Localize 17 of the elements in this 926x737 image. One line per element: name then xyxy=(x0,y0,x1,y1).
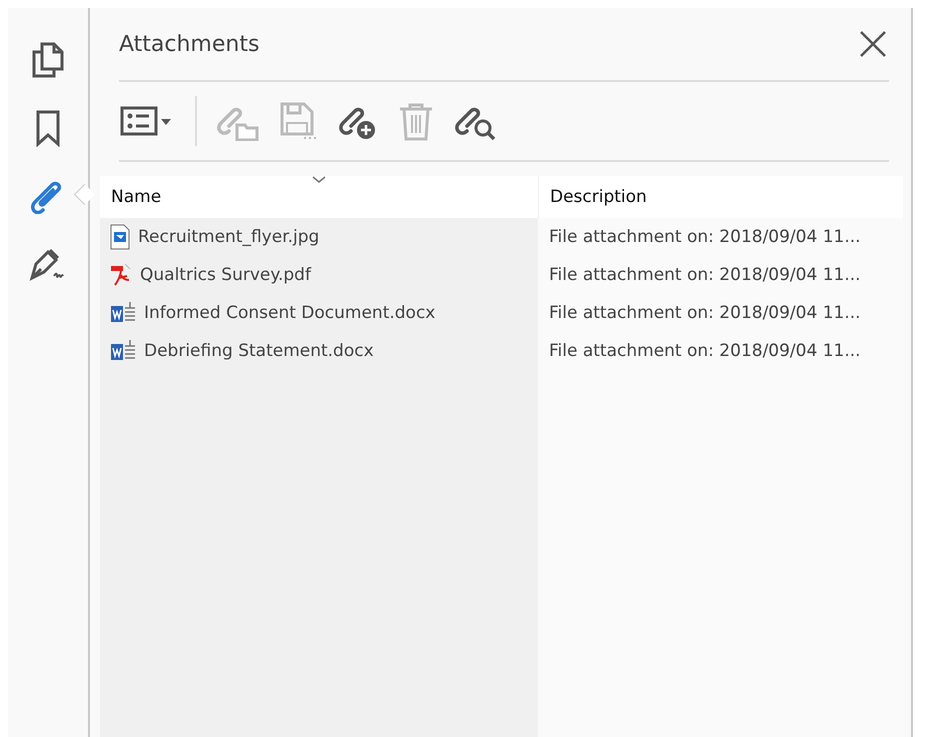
bookmark-icon xyxy=(35,109,61,147)
panel-title: Attachments xyxy=(119,32,260,56)
word-file-icon xyxy=(110,301,136,325)
pages-icon xyxy=(31,41,65,79)
trash-icon xyxy=(397,101,435,141)
column-header[interactable]: Description xyxy=(538,176,903,218)
pdf-file-icon xyxy=(110,263,132,287)
sort-chevron-icon xyxy=(312,176,326,184)
table-cell: File attachment on: 2018/09/04 11... xyxy=(549,341,861,361)
column-header[interactable]: Name xyxy=(100,176,538,218)
table-cell: File attachment on: 2018/09/04 11... xyxy=(549,265,861,285)
table-cell: File attachment on: 2018/09/04 11... xyxy=(549,303,861,323)
table-cell: File attachment on: 2018/09/04 11... xyxy=(549,227,861,247)
save-icon xyxy=(279,101,319,141)
close-icon xyxy=(859,30,887,58)
image-file-icon xyxy=(110,224,130,250)
word-file-icon xyxy=(110,339,136,363)
